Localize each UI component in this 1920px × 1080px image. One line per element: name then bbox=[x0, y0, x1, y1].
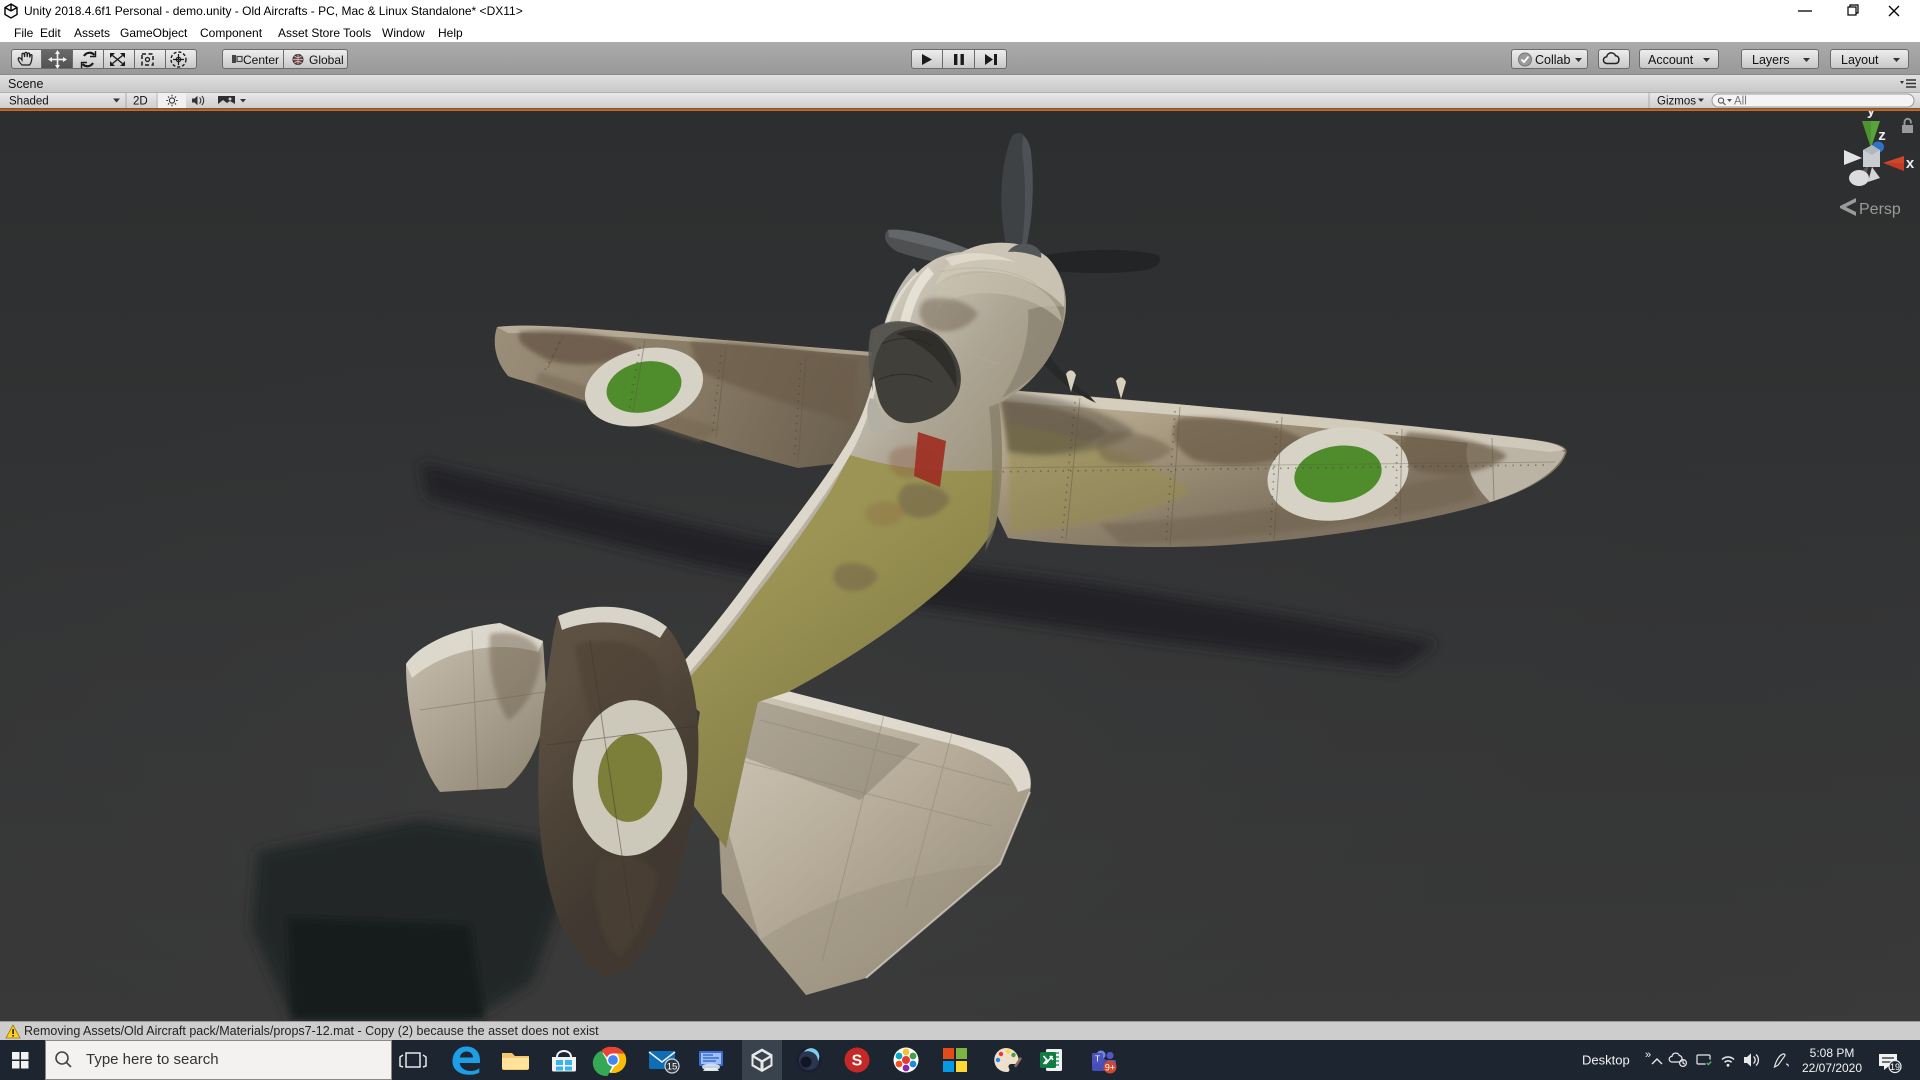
svg-text:Layers: Layers bbox=[1752, 53, 1790, 67]
svg-text:Shaded: Shaded bbox=[9, 96, 49, 108]
svg-text:Center: Center bbox=[243, 53, 279, 67]
svg-text:All: All bbox=[1734, 96, 1747, 108]
svg-text:y: y bbox=[1867, 111, 1876, 119]
svg-text:9+: 9+ bbox=[1105, 1063, 1115, 1073]
svg-text:2D: 2D bbox=[133, 96, 148, 108]
svg-text:Global: Global bbox=[309, 53, 344, 67]
svg-text:Persp: Persp bbox=[1859, 201, 1901, 218]
svg-text:T: T bbox=[1095, 1054, 1100, 1064]
svg-text:Account: Account bbox=[1648, 53, 1694, 67]
svg-text:Gizmos: Gizmos bbox=[1657, 96, 1696, 108]
svg-text:Layout: Layout bbox=[1841, 53, 1879, 67]
svg-text:»: » bbox=[1645, 1049, 1651, 1061]
svg-text:Desktop: Desktop bbox=[1582, 1053, 1630, 1068]
svg-text:x: x bbox=[1906, 155, 1915, 172]
svg-text:S: S bbox=[852, 1053, 863, 1070]
svg-text:z: z bbox=[1878, 127, 1886, 144]
svg-text:Collab: Collab bbox=[1535, 53, 1570, 67]
svg-text:5:08 PM: 5:08 PM bbox=[1810, 1046, 1855, 1060]
svg-text:15: 15 bbox=[667, 1062, 678, 1073]
svg-text:19: 19 bbox=[1890, 1062, 1900, 1072]
svg-text:22/07/2020: 22/07/2020 bbox=[1802, 1061, 1862, 1075]
